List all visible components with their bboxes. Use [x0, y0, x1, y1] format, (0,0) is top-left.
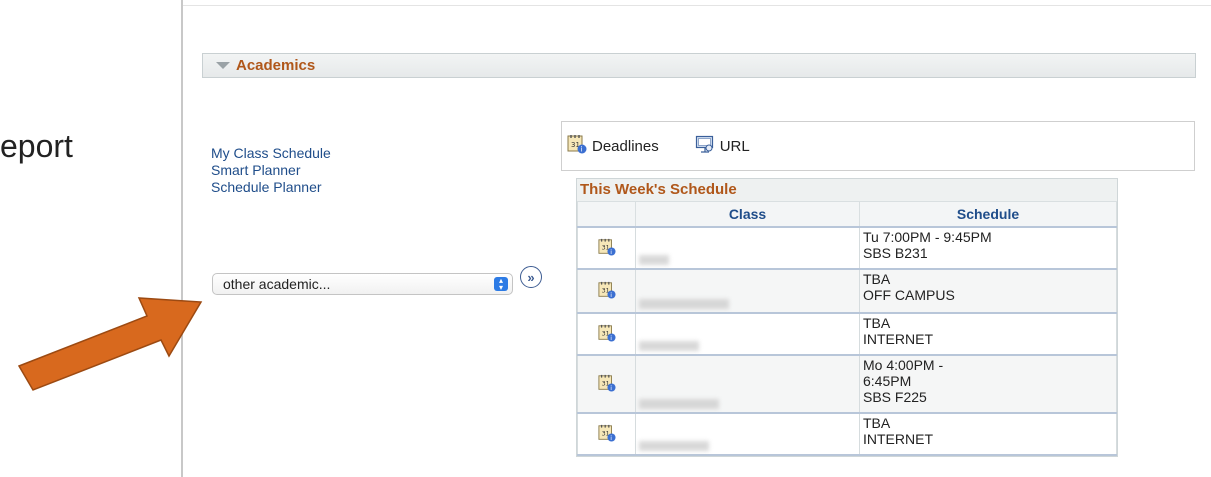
go-button[interactable]: »: [520, 266, 542, 288]
schedule-cell: TBA INTERNET: [859, 312, 1117, 356]
weekly-schedule-panel: This Week's Schedule Class Schedule 31 i …: [576, 178, 1118, 457]
schedule-cell: TBA OFF CAMPUS: [859, 268, 1117, 314]
table-row: 31 i TBA OFF CAMPUS: [577, 268, 1117, 314]
svg-text:i: i: [610, 248, 612, 255]
academics-section-header[interactable]: Academics: [202, 53, 1196, 78]
table-row: 31 i Tu 7:00PM - 9:45PM SBS B231: [577, 226, 1117, 270]
url-label: URL: [719, 137, 750, 155]
class-details-icon[interactable]: 31 i: [577, 226, 636, 270]
svg-text:i: i: [610, 291, 612, 298]
schedule-line: INTERNET: [863, 331, 933, 347]
svg-text:i: i: [610, 384, 612, 391]
deadlines-link[interactable]: 31 i Deadlines: [567, 134, 659, 158]
table-row: 31 i Mo 4:00PM - 6:45PM SBS F225: [577, 354, 1117, 414]
class-name-redacted: [635, 412, 860, 456]
class-name-redacted: [635, 312, 860, 356]
schedule-line: SBS B231: [863, 245, 928, 261]
collapse-triangle-icon[interactable]: [216, 62, 230, 69]
schedule-cell: Mo 4:00PM - 6:45PM SBS F225: [859, 354, 1117, 414]
schedule-line: 6:45PM: [863, 373, 912, 389]
class-name-redacted: [635, 268, 860, 314]
schedule-cell: Tu 7:00PM - 9:45PM SBS B231: [859, 226, 1117, 270]
url-icon: [695, 134, 715, 158]
schedule-line: TBA: [863, 315, 891, 331]
table-row: 31 i TBA INTERNET: [577, 312, 1117, 356]
svg-text:i: i: [610, 334, 612, 341]
select-arrows-icon: ▴ ▾: [494, 277, 508, 292]
link-smart-planner[interactable]: Smart Planner: [211, 162, 331, 179]
top-divider: [183, 5, 1211, 6]
select-value: other academic...: [223, 276, 331, 292]
academic-links: My Class Schedule Smart Planner Schedule…: [211, 145, 331, 196]
academic-tools: 31 i Deadlines URL: [561, 121, 1195, 171]
schedule-line: OFF CAMPUS: [863, 287, 955, 303]
class-details-icon[interactable]: 31 i: [577, 354, 636, 414]
schedule-line: Mo 4:00PM -: [863, 357, 944, 373]
schedule-table: Class Schedule 31 i Tu 7:00PM - 9:45PM SB…: [577, 201, 1117, 456]
class-details-icon[interactable]: 31 i: [577, 268, 636, 314]
link-my-class-schedule[interactable]: My Class Schedule: [211, 145, 331, 162]
calendar-info-icon: 31 i: [567, 134, 587, 158]
annotation-arrow-icon: [17, 297, 203, 391]
svg-text:i: i: [581, 146, 583, 154]
schedule-line: TBA: [863, 271, 891, 287]
class-details-icon[interactable]: 31 i: [577, 312, 636, 356]
deadlines-label: Deadlines: [592, 137, 659, 155]
icon-column-header: [577, 201, 636, 228]
class-details-icon[interactable]: 31 i: [577, 412, 636, 456]
class-column-header: Class: [635, 201, 860, 228]
section-title: Academics: [236, 57, 316, 74]
schedule-line: Tu 7:00PM - 9:45PM: [863, 229, 992, 245]
other-academic-select[interactable]: other academic... ▴ ▾: [212, 273, 513, 295]
class-name-redacted: [635, 226, 860, 270]
table-row: 31 i TBA INTERNET: [577, 412, 1117, 456]
schedule-line: INTERNET: [863, 431, 933, 447]
schedule-cell: TBA INTERNET: [859, 412, 1117, 456]
class-name-redacted: [635, 354, 860, 414]
svg-text:i: i: [610, 434, 612, 441]
schedule-title: This Week's Schedule: [577, 179, 1117, 201]
schedule-column-header: Schedule: [859, 201, 1117, 228]
link-schedule-planner[interactable]: Schedule Planner: [211, 179, 331, 196]
url-link[interactable]: URL: [695, 134, 750, 158]
schedule-line: TBA: [863, 415, 891, 431]
slide-text: eport: [0, 128, 73, 164]
panel-border: [181, 0, 183, 477]
schedule-line: SBS F225: [863, 389, 927, 405]
